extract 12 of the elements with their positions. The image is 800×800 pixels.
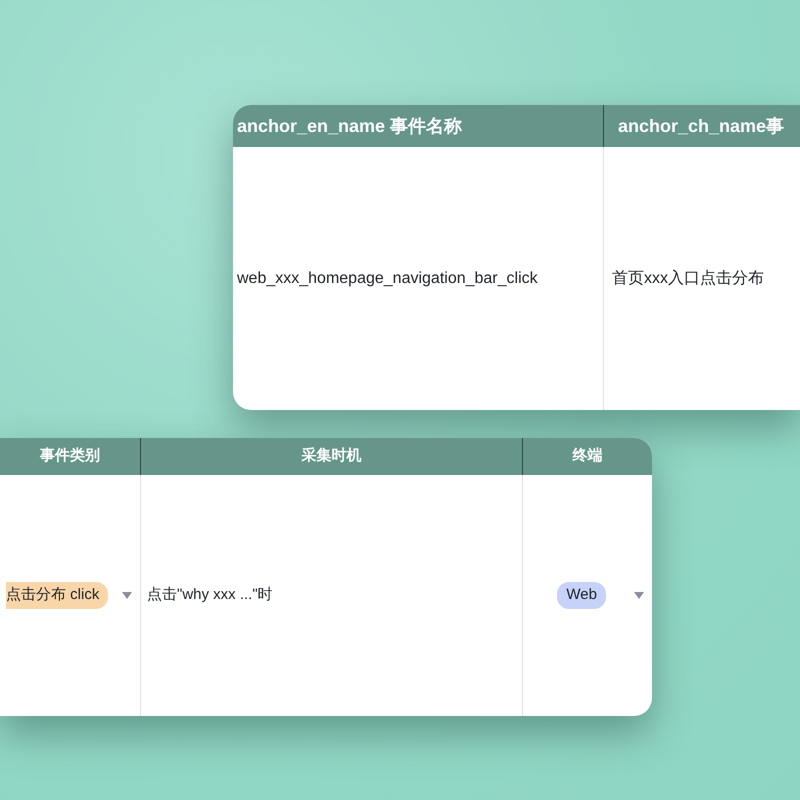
option-tag: Web	[557, 582, 606, 609]
column-header[interactable]: 采集时机	[302, 445, 362, 468]
column-header[interactable]: anchor_en_name 事件名称	[237, 112, 462, 140]
column-header[interactable]: 终端	[572, 445, 602, 468]
column-header[interactable]: 事件类别	[40, 445, 100, 468]
option-tag: 点击分布 click	[6, 582, 108, 609]
table-cell-text: 点击"why xxx ..."时	[147, 585, 273, 606]
table-cell-text: web_xxx_homepage_navigation_bar_click	[237, 268, 538, 288]
column-header[interactable]: anchor_ch_name事	[618, 112, 784, 140]
table-cell-text: 首页xxx入口点击分布	[612, 268, 764, 288]
dropdown-caret-icon[interactable]	[122, 592, 132, 599]
dropdown-caret-icon[interactable]	[634, 592, 644, 599]
